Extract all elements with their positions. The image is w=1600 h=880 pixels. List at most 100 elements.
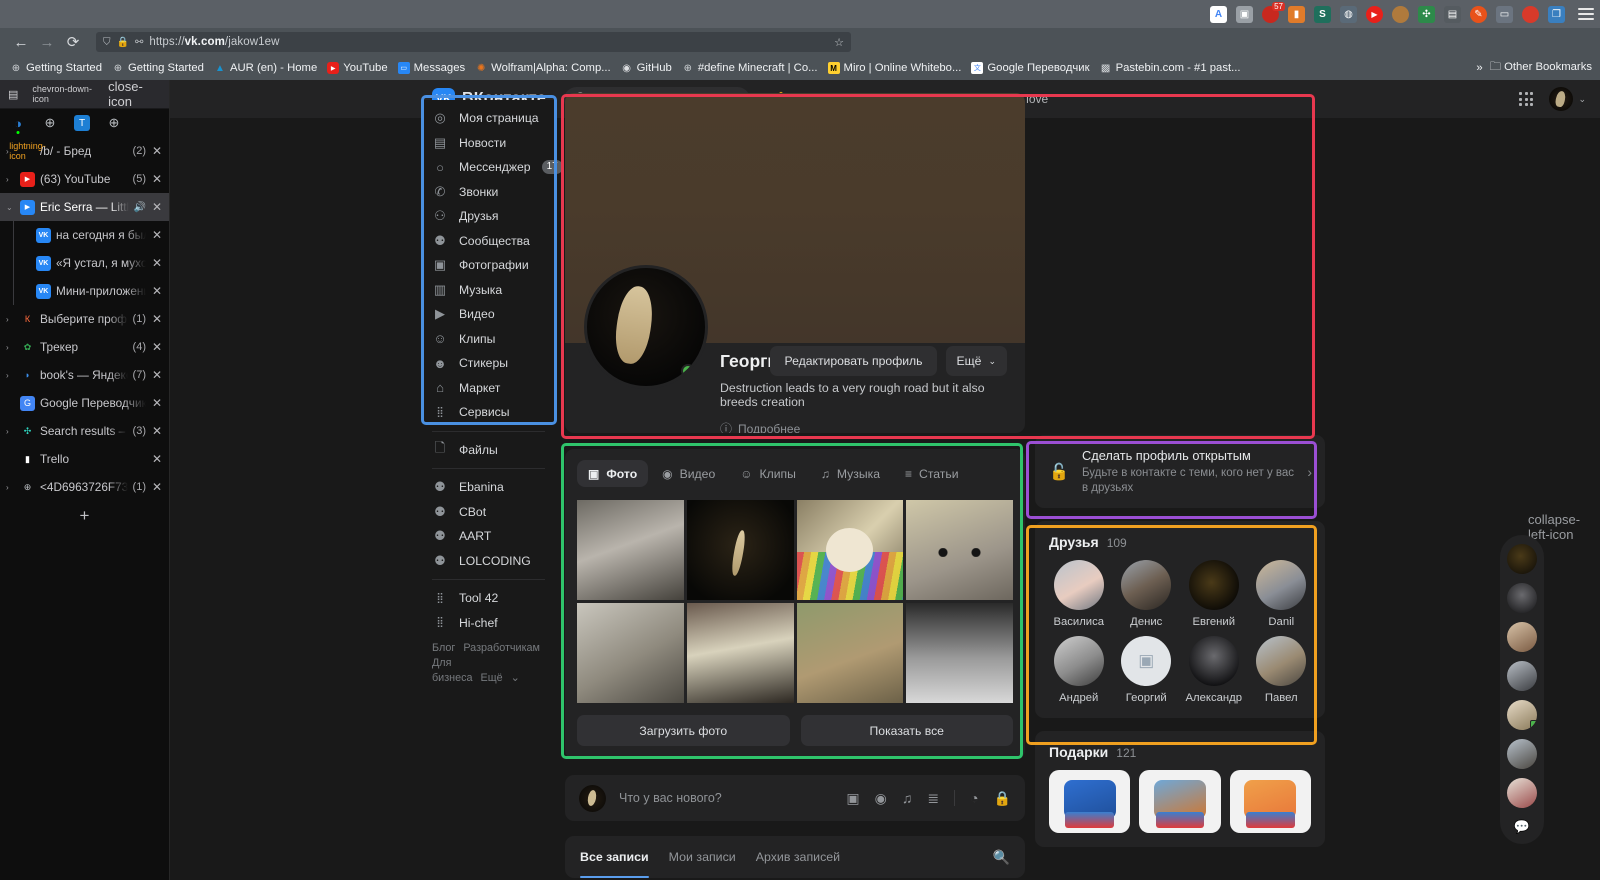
- photo-hedgehog[interactable]: [797, 500, 904, 600]
- gift-orange-bear[interactable]: [1230, 770, 1311, 833]
- tab-item[interactable]: ›КВыберите профиль(1)✕: [0, 305, 169, 333]
- footer-link[interactable]: Ещё: [481, 672, 503, 684]
- friend-item[interactable]: Александр: [1183, 636, 1245, 704]
- tab-twisty-icon[interactable]: ›: [6, 175, 15, 184]
- footer-link[interactable]: Блог: [432, 642, 455, 654]
- open-profile-panel[interactable]: 🔓 Сделать профиль открытым Будьте в конт…: [1035, 435, 1325, 508]
- sidebar-item-music[interactable]: ▥Музыка: [422, 278, 555, 303]
- close-tab-icon[interactable]: ✕: [151, 396, 163, 410]
- photo-bw-crowd[interactable]: [906, 603, 1013, 703]
- media-tab-Фото[interactable]: ▣Фото: [577, 460, 648, 487]
- tab-item[interactable]: ›lightning-icon/b/ - Бред(2)✕: [0, 137, 169, 165]
- cookie-extension-icon[interactable]: [1392, 6, 1409, 23]
- bookmark-item[interactable]: 文Google Переводчик: [967, 60, 1093, 76]
- post-tab-Архив записей[interactable]: Архив записей: [756, 836, 840, 878]
- bookmark-item[interactable]: ◉GitHub: [617, 60, 676, 76]
- close-tab-icon[interactable]: ✕: [151, 340, 163, 354]
- sidebar-item-phone[interactable]: ✆Звонки: [422, 180, 555, 205]
- new-tab-button[interactable]: +: [0, 501, 169, 531]
- chevron-right-icon[interactable]: ›: [1307, 464, 1312, 480]
- close-tab-icon[interactable]: ✕: [151, 480, 163, 494]
- media-tab-Видео[interactable]: ◉Видео: [651, 460, 726, 487]
- lock-icon[interactable]: 🔒: [994, 790, 1011, 807]
- photo-kitten[interactable]: [906, 500, 1013, 600]
- open-profile-row[interactable]: 🔓 Сделать профиль открытым Будьте в конт…: [1035, 435, 1325, 508]
- tab-item[interactable]: ›✣Search results – A...(3)✕: [0, 417, 169, 445]
- camera-icon[interactable]: ▣: [846, 790, 859, 807]
- friend-item[interactable]: Денис: [1116, 560, 1178, 628]
- dock-avatar-6[interactable]: [1507, 739, 1537, 769]
- tab-item[interactable]: VKМини-приложения✕: [0, 277, 169, 305]
- bookmark-item[interactable]: MMiro | Online Whitebo...: [824, 60, 966, 76]
- window-extension-icon[interactable]: ▭: [1496, 6, 1513, 23]
- avatar-denis[interactable]: [1121, 560, 1171, 610]
- tab-twisty-icon[interactable]: ›: [6, 427, 15, 436]
- sidebar-item-chat-bubble[interactable]: ○Мессенджер17: [422, 155, 555, 180]
- friend-item[interactable]: Евгений: [1183, 560, 1245, 628]
- close-tab-icon[interactable]: ✕: [151, 228, 163, 242]
- sidebar-item-clips[interactable]: ☺Клипы: [422, 327, 555, 352]
- back-button[interactable]: ←: [8, 31, 34, 53]
- tab-item[interactable]: ▮Trello✕: [0, 445, 169, 473]
- s-extension-icon[interactable]: S: [1314, 6, 1331, 23]
- media-tab-Музыка[interactable]: ♫Музыка: [810, 460, 891, 487]
- close-icon[interactable]: close-icon: [108, 79, 161, 109]
- friend-item[interactable]: Андрей: [1048, 636, 1110, 704]
- friend-item[interactable]: Danil: [1251, 560, 1313, 628]
- forward-button[interactable]: →: [34, 31, 60, 53]
- photo-horse-rider[interactable]: [797, 603, 904, 703]
- sidebar-item-groups[interactable]: ⚉AART: [422, 524, 555, 549]
- avatar-aleksandr[interactable]: [1189, 636, 1239, 686]
- sidebar-item-services-grid[interactable]: ⣿Сервисы: [422, 400, 555, 425]
- header-avatar[interactable]: [1549, 87, 1573, 111]
- close-tab-icon[interactable]: ✕: [151, 256, 163, 270]
- chat-bubble-icon[interactable]: 💬: [1514, 819, 1530, 835]
- profile-details-link[interactable]: ⓘ Подробнее: [720, 420, 1025, 433]
- bookmark-item[interactable]: ▭Messages: [394, 60, 470, 76]
- tab-item[interactable]: GGoogle Переводчик✕: [0, 389, 169, 417]
- translate-extension-icon[interactable]: A: [1210, 6, 1227, 23]
- post-search-icon[interactable]: 🔍: [993, 849, 1010, 866]
- footer-link[interactable]: Для бизнеса: [432, 657, 473, 684]
- close-tab-icon[interactable]: ✕: [151, 452, 163, 466]
- tab-twisty-icon[interactable]: ›: [6, 483, 15, 492]
- footer-more-caret[interactable]: ⌄: [511, 672, 520, 684]
- tab-item[interactable]: ›⊕<4D6963726F736F...(1)✕: [0, 473, 169, 501]
- upload-photo-button[interactable]: Загрузить фото: [577, 715, 790, 746]
- tab-item[interactable]: ›✿Трекер(4)✕: [0, 333, 169, 361]
- bookmark-item[interactable]: ✺Wolfram|Alpha: Comp...: [471, 60, 615, 76]
- tracker-extension-icon[interactable]: ✣: [1418, 6, 1435, 23]
- tab-item[interactable]: VKна сегодня я был м...✕: [0, 221, 169, 249]
- video-circle-icon[interactable]: ◉: [875, 790, 887, 807]
- close-tab-icon[interactable]: ✕: [151, 200, 163, 214]
- close-tab-icon[interactable]: ✕: [151, 172, 163, 186]
- dock-avatar-1[interactable]: [1507, 544, 1537, 574]
- dock-avatar-5[interactable]: [1507, 700, 1537, 730]
- close-tab-icon[interactable]: ✕: [151, 312, 163, 326]
- sidebar-item-photo[interactable]: ▣Фотографии: [422, 253, 555, 278]
- t-pinned-tab[interactable]: T: [74, 115, 90, 131]
- gifts-header[interactable]: Подарки 121: [1035, 731, 1325, 770]
- bookmark-item[interactable]: ⊕Getting Started: [108, 60, 208, 76]
- show-all-photos-button[interactable]: Показать все: [801, 715, 1014, 746]
- post-tab-Мои записи[interactable]: Мои записи: [669, 836, 736, 878]
- trash-extension-icon[interactable]: ▮: [1288, 6, 1305, 23]
- gift-cats-box[interactable]: [1139, 770, 1220, 833]
- poll-icon[interactable]: ≣: [927, 790, 939, 807]
- bookmark-item[interactable]: ▩Pastebin.com - #1 past...: [1096, 60, 1245, 76]
- wolfram-extension-icon[interactable]: 57: [1262, 6, 1279, 23]
- apps-grid-icon[interactable]: [1519, 92, 1533, 106]
- compose-post-box[interactable]: Что у вас нового? ▣ ◉ ♫ ≣ ◔ 🔒: [565, 775, 1025, 821]
- avatar-danil[interactable]: [1256, 560, 1306, 610]
- bookmark-item[interactable]: ▲AUR (en) - Home: [210, 60, 321, 76]
- dock-avatar-2[interactable]: [1507, 583, 1537, 613]
- profile-more-button[interactable]: Ещё ⌄: [946, 346, 1007, 376]
- tab-item[interactable]: VK«Я устал, я мухожу...✕: [0, 249, 169, 277]
- bookmark-star-icon[interactable]: ☆: [834, 36, 844, 49]
- permissions-icon[interactable]: ⚯: [135, 37, 143, 48]
- sidebar-item-groups[interactable]: ⚉LOLCODING: [422, 549, 555, 574]
- notes-extension-icon[interactable]: ▤: [1444, 6, 1461, 23]
- globe-pinned-tab[interactable]: ⊕: [42, 115, 58, 131]
- collapse-left-icon[interactable]: collapse-left-icon: [1528, 512, 1600, 542]
- tab-twisty-icon[interactable]: ›: [6, 343, 15, 352]
